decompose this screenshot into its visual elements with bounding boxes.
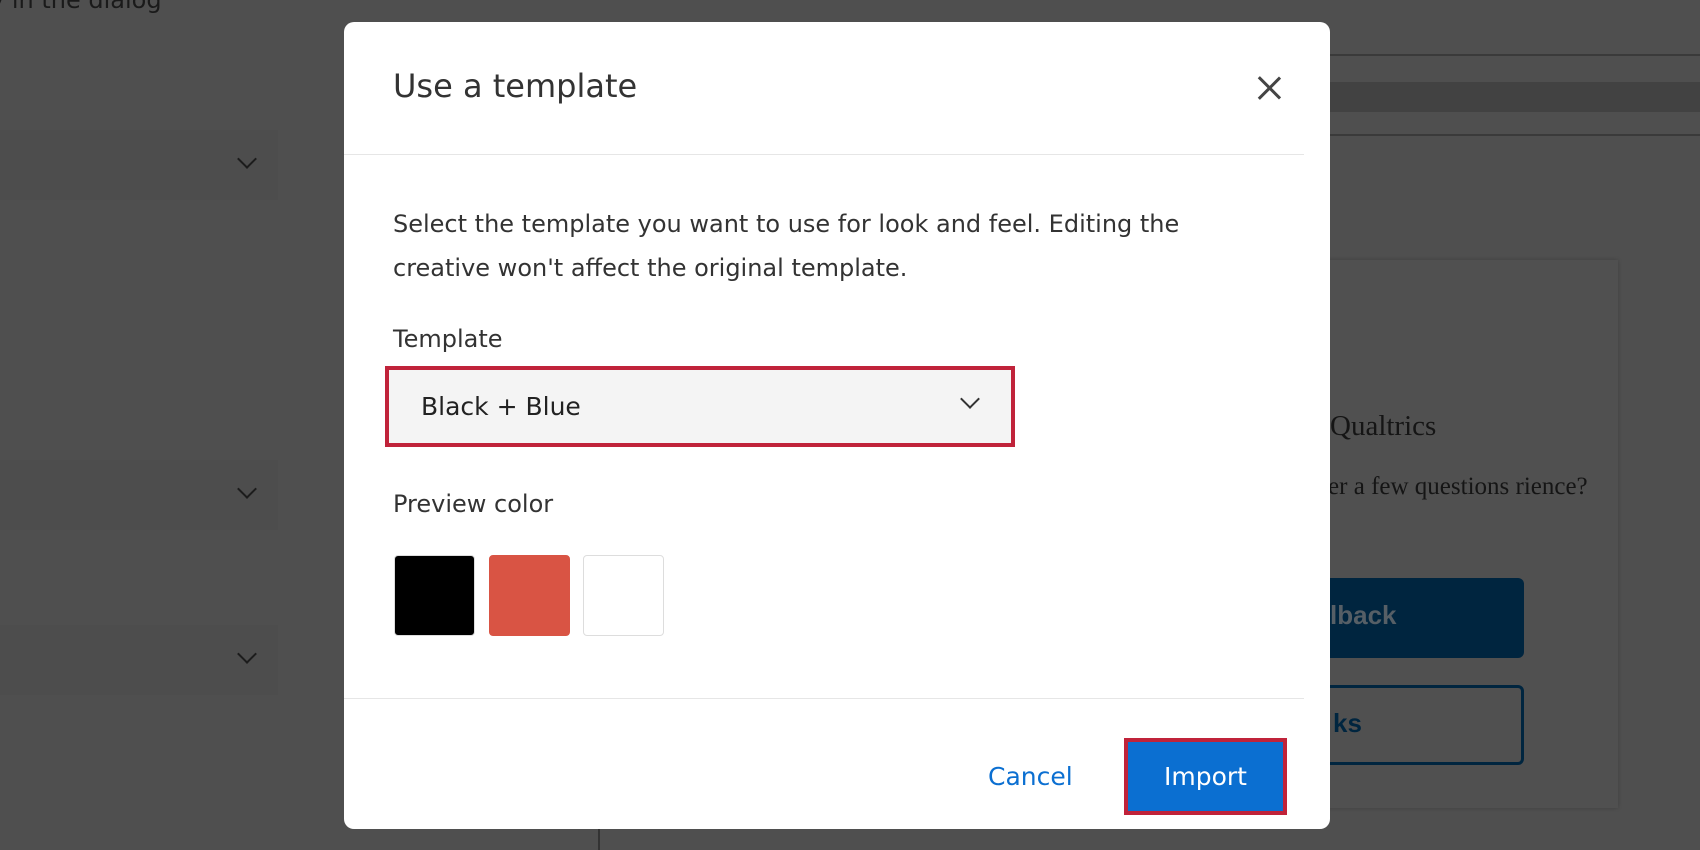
chevron-down-icon (237, 644, 257, 664)
divider (1330, 54, 1700, 56)
swatch-white (583, 555, 664, 636)
preview-color-label: Preview color (393, 490, 553, 518)
cancel-button[interactable]: Cancel (988, 762, 1073, 791)
dialog-title: Use a template (393, 67, 637, 105)
dialog-description: Select the template you want to use for … (393, 202, 1243, 290)
chevron-down-icon (237, 149, 257, 169)
toolbar-band (1330, 82, 1700, 112)
close-icon[interactable] (1249, 67, 1289, 107)
chevron-down-icon (960, 389, 980, 409)
swatch-black (394, 555, 475, 636)
divider (598, 829, 600, 850)
background-dropdown[interactable] (0, 130, 278, 200)
import-highlight: Import (1124, 738, 1287, 815)
divider (344, 154, 1304, 155)
template-select[interactable]: Black + Blue (385, 366, 1015, 447)
template-select-value: Black + Blue (421, 392, 581, 421)
preview-body: wer a few questions rience? (1310, 470, 1610, 504)
feedback-button[interactable]: lback (1300, 578, 1524, 658)
divider (1330, 134, 1700, 136)
links-button[interactable]: ks (1300, 685, 1524, 765)
preview-title: Qualtrics (1330, 410, 1436, 443)
use-template-dialog: Use a template Select the template you w… (344, 22, 1330, 829)
template-label: Template (393, 325, 503, 353)
background-dropdown[interactable] (0, 460, 278, 530)
background-dropdown[interactable] (0, 625, 278, 695)
divider (344, 698, 1304, 699)
chevron-down-icon (237, 479, 257, 499)
background-text: y in the dialog (0, 0, 162, 14)
import-button[interactable]: Import (1128, 742, 1283, 811)
swatch-red (489, 555, 570, 636)
